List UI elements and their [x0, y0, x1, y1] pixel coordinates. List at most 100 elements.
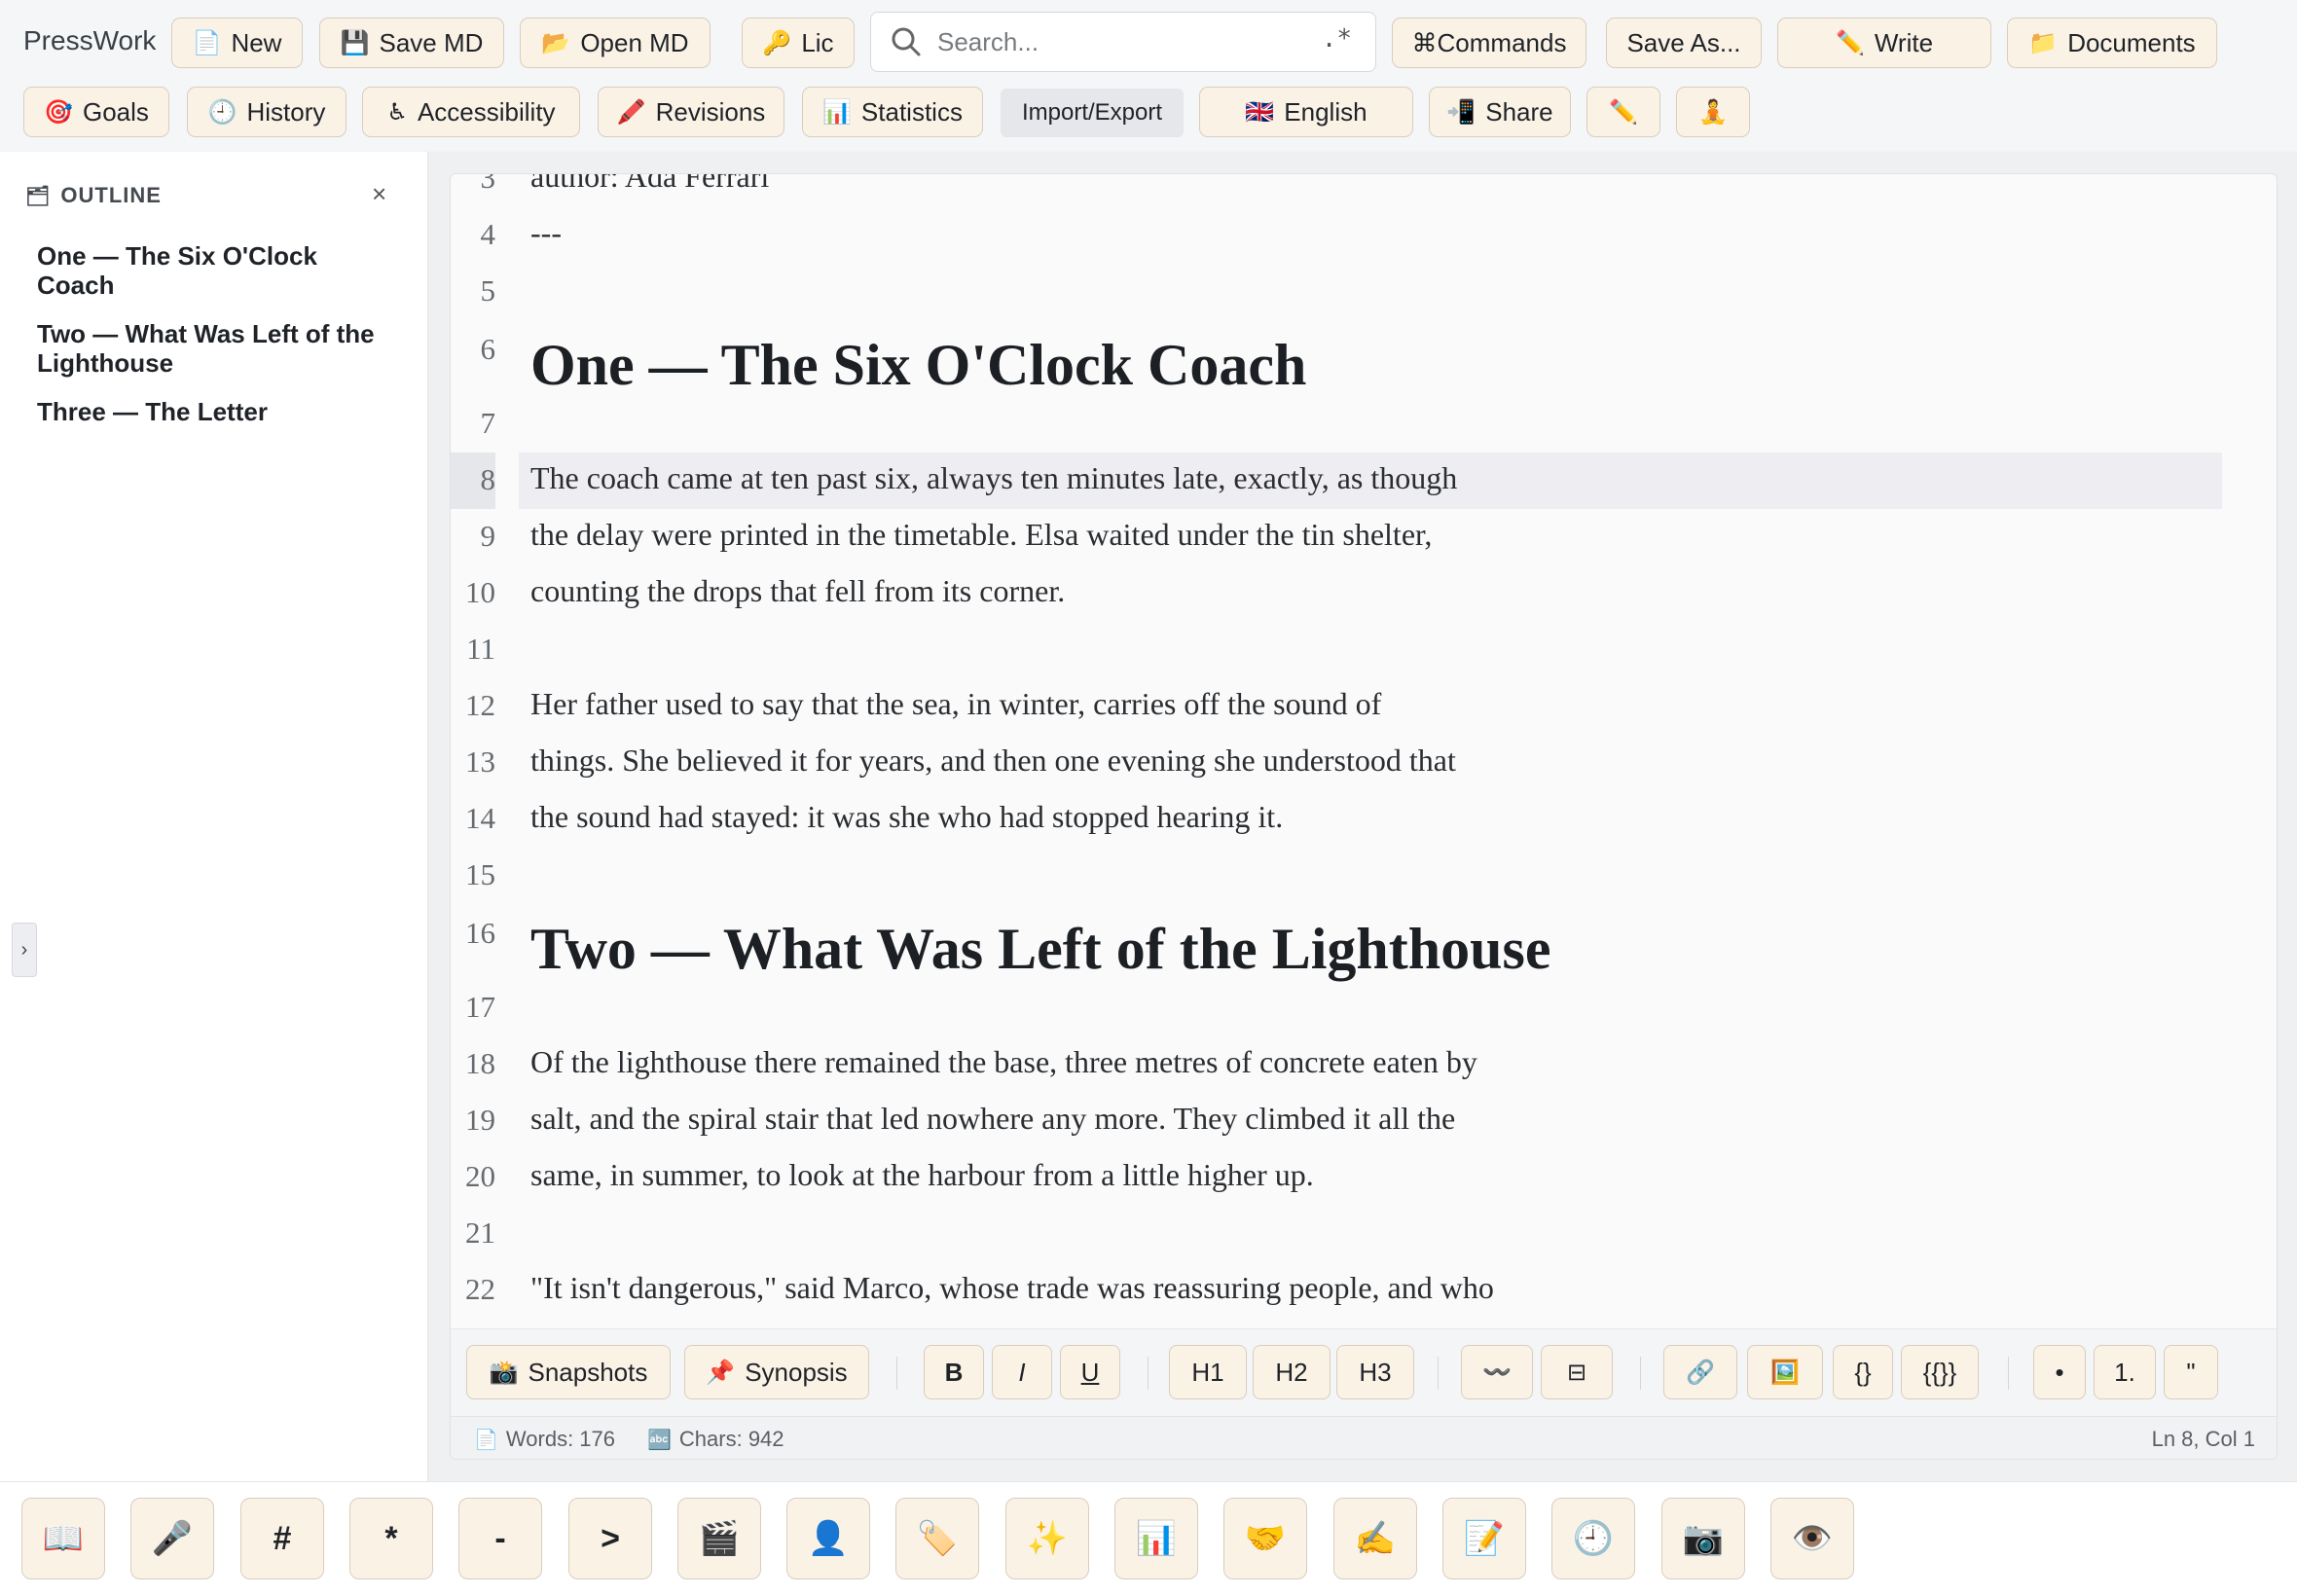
line-text: counting the drops that fell from its co… [530, 573, 1066, 608]
close-outline-button[interactable]: × [372, 179, 386, 209]
eye-button[interactable]: 👁️ [1770, 1498, 1854, 1579]
tag-button[interactable]: 🏷️ [895, 1498, 979, 1579]
editor-line[interactable]: 10 counting the drops that fell from its … [451, 565, 2277, 622]
quote-button[interactable]: > [568, 1498, 652, 1579]
eye-icon: 👁️ [1791, 1519, 1834, 1558]
editor-line[interactable]: 15 [451, 848, 2277, 904]
asterisk-button[interactable]: * [349, 1498, 433, 1579]
heading2-button[interactable]: H2 [1253, 1345, 1331, 1399]
editor-line[interactable]: 5 [451, 264, 2277, 320]
line-number: 13 [465, 744, 495, 779]
clapper-button[interactable]: 🎬 [677, 1498, 761, 1579]
accessibility-button[interactable]: ♿ Accessibility [362, 87, 580, 137]
line-text: The coach came at ten past six, always t… [530, 460, 1458, 495]
heading3-button[interactable]: H3 [1336, 1345, 1414, 1399]
crayon-icon: 🖍️ [616, 98, 646, 126]
editor-line[interactable]: 21 [451, 1206, 2277, 1262]
top-toolbar: PressWork 📄 New 💾 Save MD 📂 Open MD 🔑 Li… [0, 0, 2297, 150]
clock-icon: 🕘 [207, 98, 237, 126]
editor-line[interactable]: 23did it well. [451, 1319, 2277, 1328]
document-icon: 📄 [192, 29, 222, 56]
horizontal-rule-button[interactable]: ⊟ [1541, 1345, 1613, 1399]
outline-item-chapter-two[interactable]: Two — What Was Left of the Lighthouse [37, 319, 397, 378]
commands-button[interactable]: ⌘Commands [1392, 18, 1586, 68]
underline-button[interactable]: U [1060, 1345, 1120, 1399]
search-input[interactable] [935, 25, 1305, 58]
bold-button[interactable]: B [924, 1345, 984, 1399]
heading1-button[interactable]: H1 [1169, 1345, 1247, 1399]
synopsis-button[interactable]: 📌 Synopsis [684, 1345, 869, 1399]
handshake-button[interactable]: 🤝 [1223, 1498, 1307, 1579]
editor-line[interactable]: 14 the sound had stayed: it was she who h… [451, 791, 2277, 848]
revisions-button[interactable]: 🖍️ Revisions [598, 87, 784, 137]
blockquote-button[interactable]: " [2164, 1345, 2218, 1399]
editor-line[interactable]: 18 Of the lighthouse there remained the b… [451, 1036, 2277, 1093]
person-button[interactable]: 👤 [786, 1498, 870, 1579]
strikethrough-wave-button[interactable]: 〰️ [1461, 1345, 1533, 1399]
sidebar-toggle-button[interactable]: › [12, 923, 37, 977]
book-button[interactable]: 📖 [21, 1498, 105, 1579]
snapshots-button[interactable]: 📸 Snapshots [466, 1345, 671, 1399]
documents-button[interactable]: 📁 Documents [2007, 18, 2217, 68]
code-block-button[interactable]: {{}} [1901, 1345, 1979, 1399]
markdown-editor[interactable]: 3 author: Ada Ferrari 4 --- 5 6 One — The Six … [451, 174, 2277, 1328]
line-number: 14 [465, 801, 495, 835]
memo-button[interactable]: 📝 [1442, 1498, 1526, 1579]
editor-line[interactable]: 4 --- [451, 207, 2277, 264]
sparkles-button[interactable]: ✨ [1005, 1498, 1089, 1579]
bullet-list-button[interactable]: • [2033, 1345, 2086, 1399]
line-number: 5 [480, 273, 496, 308]
line-number: 12 [465, 688, 495, 722]
share-button[interactable]: 📲 Share [1429, 87, 1571, 137]
mobile-share-icon: 📲 [1446, 98, 1477, 126]
language-selector[interactable]: 🇬🇧 English [1199, 87, 1413, 137]
writing-hand-button[interactable]: ✍️ [1333, 1498, 1417, 1579]
editor-heading-line[interactable]: 6 One — The Six O'Clock Coach [451, 320, 2277, 397]
toolbar-separator [896, 1357, 897, 1390]
statistics-button[interactable]: 📊 Statistics [802, 87, 983, 137]
outline-item-chapter-three[interactable]: Three — The Letter [37, 397, 397, 426]
open-md-button[interactable]: 📂 Open MD [520, 18, 711, 68]
editor-line[interactable]: 13 things. She believed it for years, and… [451, 735, 2277, 791]
microphone-button[interactable]: 🎤 [130, 1498, 214, 1579]
bottom-toolbar: 📖 🎤 # * - > 🎬 👤 🏷️ ✨ 📊 🤝 ✍️ 📝 🕘 📷 👁️ [0, 1481, 2297, 1596]
numbered-list-button[interactable]: 1. [2094, 1345, 2156, 1399]
editor-line[interactable]: 12 Her father used to say that the sea, i… [451, 678, 2277, 735]
write-mode-button[interactable]: ✏️ Write [1777, 18, 1991, 68]
hash-button[interactable]: # [240, 1498, 324, 1579]
new-button[interactable]: 📄 New [171, 18, 303, 68]
dash-button[interactable]: - [458, 1498, 542, 1579]
history-button[interactable]: 🕘 History [187, 87, 346, 137]
chart-button[interactable]: 📊 [1114, 1498, 1198, 1579]
image-button[interactable]: 🖼️ [1747, 1345, 1823, 1399]
line-number: 17 [465, 990, 495, 1024]
link-button[interactable]: 🔗 [1663, 1345, 1737, 1399]
open-folder-icon: 📂 [541, 29, 571, 56]
license-button[interactable]: 🔑 Lic [742, 18, 855, 68]
editor-line[interactable]: 11 [451, 622, 2277, 678]
editor-line[interactable]: 22 "It isn't dangerous," said Marco, whos… [451, 1262, 2277, 1319]
clock-button[interactable]: 🕘 [1551, 1498, 1635, 1579]
edit-mode-button[interactable]: ✏️ [1586, 87, 1660, 137]
code-button[interactable]: {} [1833, 1345, 1893, 1399]
dash-button-label: - [494, 1519, 506, 1557]
editor-line[interactable]: 17 [451, 980, 2277, 1036]
italic-button[interactable]: I [992, 1345, 1052, 1399]
outline-item-chapter-one[interactable]: One — The Six O'Clock Coach [37, 241, 397, 300]
regex-toggle[interactable]: .* [1322, 24, 1352, 54]
save-md-button[interactable]: 💾 Save MD [319, 18, 504, 68]
handshake-icon: 🤝 [1244, 1519, 1287, 1558]
editor-line[interactable]: 8 The coach came at ten past six, always … [451, 453, 2277, 509]
editor-line[interactable]: 19 salt, and the spiral stair that led no… [451, 1093, 2277, 1149]
editor-line[interactable]: 20 same, in summer, to look at the harbou… [451, 1149, 2277, 1206]
camera-button[interactable]: 📷 [1661, 1498, 1745, 1579]
import-export-button[interactable]: Import/Export [1001, 89, 1184, 137]
editor-line[interactable]: 3 author: Ada Ferrari [451, 174, 2277, 207]
zen-mode-button[interactable]: 🧘 [1676, 87, 1750, 137]
editor-heading-line[interactable]: 16 Two — What Was Left of the Lighthouse [451, 904, 2277, 981]
editor-line[interactable]: 9 the delay were printed in the timetable… [451, 509, 2277, 565]
save-as-button[interactable]: Save As... [1606, 18, 1762, 68]
goals-button[interactable]: 🎯 Goals [23, 87, 169, 137]
editor-line[interactable]: 7 [451, 396, 2277, 453]
meditation-icon: 🧘 [1698, 98, 1728, 126]
